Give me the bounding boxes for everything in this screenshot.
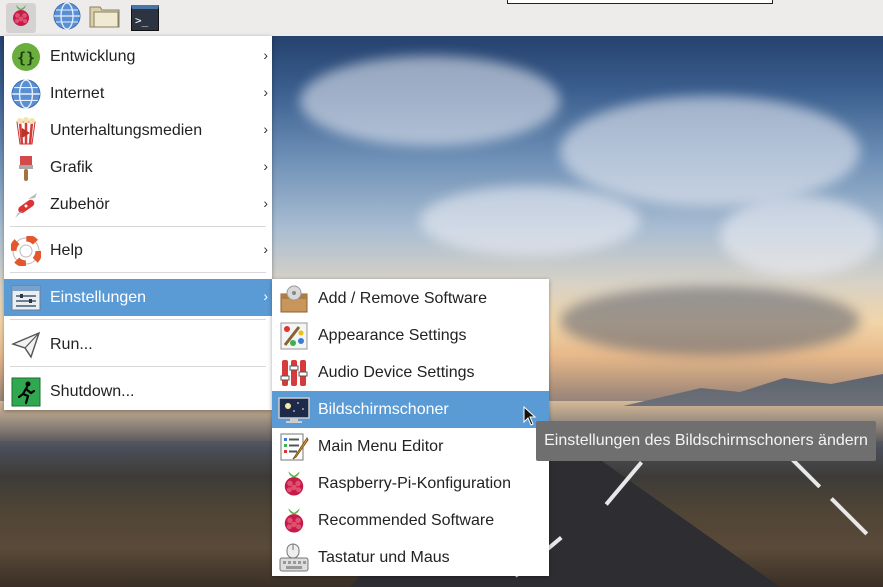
terminal-icon: >_: [131, 5, 159, 31]
palette-icon: [278, 320, 310, 352]
top-panel: >_: [0, 0, 883, 36]
chevron-right-icon: ›: [263, 84, 268, 100]
menu-item-einstellungen[interactable]: Einstellungen ›: [4, 279, 272, 316]
menu-item-entwicklung[interactable]: {} Entwicklung ›: [4, 38, 272, 75]
cloud: [300, 56, 560, 146]
tooltip: Einstellungen des Bildschirmschoners änd…: [536, 421, 876, 461]
menu-item-internet[interactable]: Internet ›: [4, 75, 272, 112]
file-manager-launcher[interactable]: [89, 3, 121, 34]
settings-submenu: Add / Remove Software Appearance Setting…: [272, 279, 549, 576]
pocketknife-icon: [10, 189, 42, 221]
terminal-launcher[interactable]: >_: [130, 3, 160, 33]
paper-plane-icon: [10, 329, 42, 361]
menu-item-label: Unterhaltungsmedien: [50, 121, 203, 139]
menu-edit-icon: [278, 431, 310, 463]
chevron-right-icon: ›: [263, 241, 268, 257]
cloud: [560, 286, 860, 356]
exit-icon: [10, 376, 42, 408]
submenu-item-audio-device-settings[interactable]: Audio Device Settings: [272, 354, 549, 391]
svg-text:{}: {}: [17, 49, 35, 67]
cloud: [720, 196, 880, 276]
road-marking: [830, 497, 869, 536]
menu-item-label: Einstellungen: [50, 288, 147, 306]
submenu-item-label: Main Menu Editor: [318, 437, 444, 455]
menu-item-label: Run...: [50, 335, 93, 353]
paintbrush-icon: [10, 152, 42, 184]
menu-item-shutdown[interactable]: Shutdown...: [4, 373, 272, 410]
mouse-cursor-icon: [523, 405, 537, 431]
globe-icon: [10, 78, 42, 110]
chevron-right-icon: ›: [263, 121, 268, 137]
submenu-item-recommended-software[interactable]: Recommended Software: [272, 502, 549, 539]
chevron-right-icon: ›: [263, 195, 268, 211]
globe-icon: [53, 1, 81, 35]
menu-item-label: Entwicklung: [50, 47, 136, 65]
package-icon: [278, 283, 310, 315]
menu-item-label: Internet: [50, 84, 105, 102]
road-marking: [790, 457, 822, 489]
submenu-item-bildschirmschoner[interactable]: Bildschirmschoner: [272, 391, 549, 428]
menu-separator: [10, 226, 266, 227]
raspberry-icon: [278, 505, 310, 537]
menu-item-label: Grafik: [50, 158, 93, 176]
keyboard-mouse-icon: [278, 542, 310, 574]
mountains: [623, 374, 883, 406]
settings-panel-icon: [10, 282, 42, 314]
submenu-item-label: Raspberry-Pi-Konfiguration: [318, 474, 511, 492]
monitor-icon: [278, 394, 310, 426]
submenu-item-appearance-settings[interactable]: Appearance Settings: [272, 317, 549, 354]
submenu-item-add-remove-software[interactable]: Add / Remove Software: [272, 280, 549, 317]
submenu-item-label: Add / Remove Software: [318, 289, 487, 307]
menu-separator: [10, 366, 266, 367]
submenu-item-label: Audio Device Settings: [318, 363, 475, 381]
submenu-item-label: Tastatur und Maus: [318, 548, 450, 566]
raspberry-icon: [278, 468, 310, 500]
menu-item-label: Help: [50, 241, 83, 259]
tooltip-text: Einstellungen des Bildschirmschoners änd…: [544, 432, 868, 449]
menu-item-label: Zubehör: [50, 195, 110, 213]
submenu-item-main-menu-editor[interactable]: Main Menu Editor: [272, 428, 549, 465]
submenu-item-label: Appearance Settings: [318, 326, 467, 344]
chevron-right-icon: ›: [263, 158, 268, 174]
lifebuoy-icon: [10, 235, 42, 267]
cloud: [560, 96, 860, 206]
submenu-item-raspberry-pi-konfiguration[interactable]: Raspberry-Pi-Konfiguration: [272, 465, 549, 502]
chevron-right-icon: ›: [263, 288, 268, 304]
menu-item-unterhaltungsmedien[interactable]: Unterhaltungsmedien ›: [4, 112, 272, 149]
raspberry-icon: [9, 3, 33, 34]
menu-item-run[interactable]: Run...: [4, 326, 272, 363]
folder-icon: [89, 3, 121, 34]
submenu-item-label: Recommended Software: [318, 511, 495, 529]
popcorn-icon: [10, 115, 42, 147]
menu-item-label: Shutdown...: [50, 382, 135, 400]
mixer-sliders-icon: [278, 357, 310, 389]
menu-separator: [10, 272, 266, 273]
browser-launcher[interactable]: [52, 1, 82, 35]
submenu-item-tastatur-und-maus[interactable]: Tastatur und Maus: [272, 539, 549, 576]
code-braces-icon: {}: [10, 41, 42, 73]
submenu-item-label: Bildschirmschoner: [318, 400, 449, 418]
menu-button[interactable]: [6, 3, 36, 33]
taskbar-window-button[interactable]: [507, 0, 773, 4]
cloud: [420, 186, 640, 256]
menu-item-grafik[interactable]: Grafik ›: [4, 149, 272, 186]
menu-item-zubehoer[interactable]: Zubehör ›: [4, 186, 272, 223]
menu-separator: [10, 319, 266, 320]
terminal-prompt-glyph: >_: [135, 14, 149, 27]
chevron-right-icon: ›: [263, 47, 268, 63]
menu-item-help[interactable]: Help ›: [4, 232, 272, 269]
main-menu: {} Entwicklung › Internet › Unterhaltung…: [4, 36, 272, 410]
